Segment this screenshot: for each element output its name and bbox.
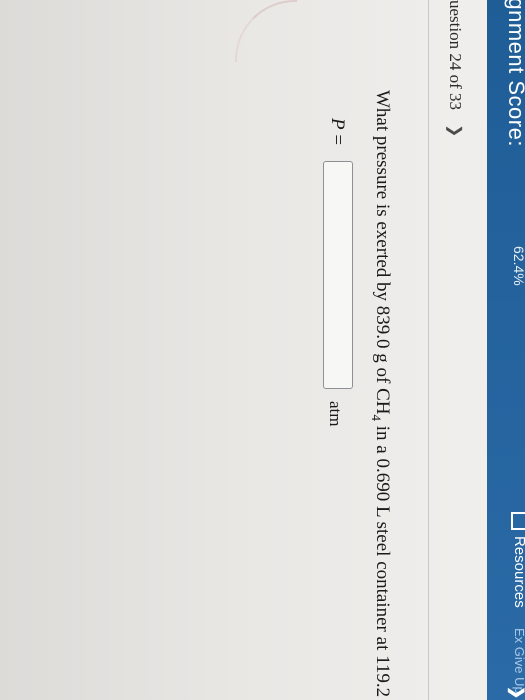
question-text-part2: in a 0.690 L steel container at 119.2 K?: [372, 421, 393, 700]
resources-label: Resources: [511, 536, 525, 608]
pressure-answer-input[interactable]: [323, 161, 353, 389]
assignment-page: ignment Score: 62.4% Resources Ex Give U…: [0, 0, 525, 700]
divider: [428, 0, 429, 700]
answer-unit: atm: [326, 401, 345, 427]
header-bar: ignment Score: 62.4% Resources Ex Give U…: [487, 0, 525, 700]
answer-variable-label: P =: [326, 118, 348, 145]
equals-sign: =: [327, 129, 348, 146]
exit-give-up-link[interactable]: Ex Give Up: [512, 628, 525, 694]
header-next-chevron-icon[interactable]: ❯: [507, 686, 525, 699]
question-navigation: uestion 24 of 33 ❯: [445, 0, 465, 137]
variable-symbol: P: [327, 118, 348, 130]
chevron-right-icon[interactable]: ❯: [445, 124, 465, 137]
resources-button[interactable]: Resources: [511, 512, 525, 608]
assignment-score-value: 62.4%: [511, 246, 525, 286]
question-text-part1: What pressure is exerted by 839.0 g of C…: [372, 90, 393, 415]
question-counter: uestion 24 of 33: [446, 0, 465, 111]
question-text: What pressure is exerted by 839.0 g of C…: [368, 90, 393, 700]
pen-mark: [235, 0, 297, 62]
assignment-score-label: ignment Score:: [504, 0, 525, 147]
box-icon: [511, 512, 525, 530]
